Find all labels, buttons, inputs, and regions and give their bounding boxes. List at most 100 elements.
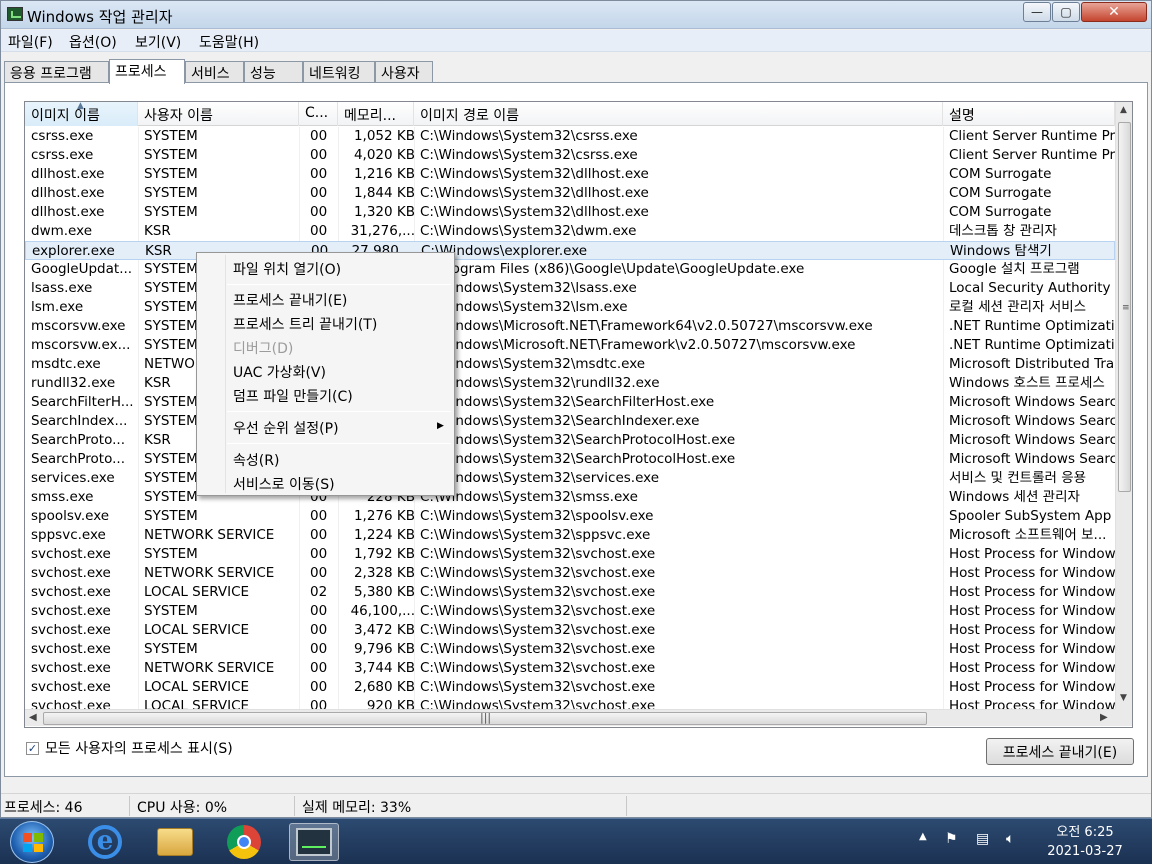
process-row[interactable]: services.exeSYSTEM003,828 KBC:\Windows\S… xyxy=(25,469,1115,488)
process-row[interactable]: GoogleUpdat...SYSTEM001,080 KBC:\Program… xyxy=(25,260,1115,279)
menu-set-priority[interactable]: 우선 순위 설정(P) xyxy=(233,418,339,438)
process-row[interactable]: SearchFilterH...SYSTEM001,008 KBC:\Windo… xyxy=(25,393,1115,412)
cell-image-name: spoolsv.exe xyxy=(31,509,110,524)
process-row[interactable]: SearchIndex...SYSTEM009,316 KBC:\Windows… xyxy=(25,412,1115,431)
column-image-name[interactable]: ▲ 이미지 이름 xyxy=(25,102,138,126)
scroll-up-icon[interactable]: ▲ xyxy=(1120,105,1127,115)
process-row[interactable]: dllhost.exe SYSTEM 00 1,844 KB C:\Windows\Sy… xyxy=(25,184,1115,203)
column-memory[interactable]: 메모리... xyxy=(338,102,414,126)
menu-open-file-location[interactable]: 파일 위치 열기(O) xyxy=(233,259,341,279)
process-row[interactable]: dllhost.exe SYSTEM 00 1,320 KB C:\Windows\Sy… xyxy=(25,203,1115,222)
cell-user-name: KSR xyxy=(144,224,171,239)
show-all-processes[interactable]: ✓ 모든 사용자의 프로세스 표시(S) xyxy=(26,738,233,758)
process-row[interactable]: svchost.exe LOCAL SERVICE 02 5,380 KB C:\Win… xyxy=(25,583,1115,602)
process-row[interactable]: smss.exe SYSTEM 00 228 KB C:\Windows\System3… xyxy=(25,488,1115,507)
scroll-right-icon[interactable]: ▶ xyxy=(1100,712,1108,723)
vertical-scroll-thumb[interactable]: ≡ xyxy=(1118,122,1131,492)
menu-view[interactable]: 보기(V) xyxy=(135,32,181,52)
menu-properties[interactable]: 속성(R) xyxy=(233,450,279,470)
process-row[interactable]: mscorsvw.exeSYSTEM001,776 KBC:\Windows\M… xyxy=(25,317,1115,336)
action-center-flag-icon[interactable]: ⚑ xyxy=(945,831,958,847)
process-list[interactable]: ▲ 이미지 이름 사용자 이름 C... 메모리... 이미지 경로 이름 설명… xyxy=(24,101,1133,728)
cell-description: Host Process for Window xyxy=(949,623,1115,638)
process-row[interactable]: csrss.exe SYSTEM 00 4,020 KB C:\Windows\Syst… xyxy=(25,146,1115,165)
process-row[interactable]: mscorsvw.ex...SYSTEM001,664 KBC:\Windows… xyxy=(25,336,1115,355)
process-row[interactable]: sppsvc.exe NETWORK SERVICE 00 1,224 KB C:\Wi… xyxy=(25,526,1115,545)
volume-icon[interactable]: 🔈︎ xyxy=(1006,831,1014,847)
process-row[interactable]: lsass.exeSYSTEM003,544 KBC:\Windows\Syst… xyxy=(25,279,1115,298)
process-row[interactable]: dllhost.exe SYSTEM 00 1,216 KB C:\Windows\Sy… xyxy=(25,165,1115,184)
menu-options[interactable]: 옵션(O) xyxy=(69,32,117,52)
cell-image-path: C:\Windows\explorer.exe xyxy=(421,244,588,259)
process-row[interactable]: svchost.exe NETWORK SERVICE 00 3,744 KB C:\W… xyxy=(25,659,1115,678)
process-row[interactable]: csrss.exe SYSTEM 00 1,052 KB C:\Windows\Syst… xyxy=(25,127,1115,146)
process-row[interactable]: svchost.exe SYSTEM 00 46,100,... C:\Windows\… xyxy=(25,602,1115,621)
column-cpu[interactable]: C... xyxy=(299,102,338,126)
menu-end-process[interactable]: 프로세스 끝내기(E) xyxy=(233,290,347,310)
cell-image-path: C:\Windows\System32\svchost.exe xyxy=(420,604,656,619)
tab-networking[interactable]: 네트워킹 xyxy=(303,61,375,83)
process-row[interactable]: rundll32.exeKSR001,408 KBC:\Windows\Syst… xyxy=(25,374,1115,393)
menu-help[interactable]: 도움말(H) xyxy=(199,32,259,52)
cell-memory: 1,320 KB xyxy=(353,205,415,220)
taskbar-file-explorer[interactable] xyxy=(150,823,200,861)
vertical-scrollbar[interactable]: ▲ ≡ ▼ xyxy=(1115,102,1132,710)
cell-image-path: C:\Windows\System32\SearchProtocolHost.e… xyxy=(420,433,736,448)
column-user-name[interactable]: 사용자 이름 xyxy=(138,102,299,126)
process-row[interactable]: svchost.exe LOCAL SERVICE 00 2,680 KB C:\Win… xyxy=(25,678,1115,697)
close-button[interactable]: ✕ xyxy=(1081,2,1147,22)
menu-file[interactable]: 파일(F) xyxy=(8,32,53,52)
cell-description: Google 설치 프로그램 xyxy=(949,262,1080,277)
system-clock[interactable]: 오전 6:25 2021-03-27 xyxy=(1030,823,1140,861)
process-row[interactable]: svchost.exe SYSTEM 00 9,796 KB C:\Windows\Sy… xyxy=(25,640,1115,659)
show-all-label[interactable]: 모든 사용자의 프로세스 표시(S) xyxy=(45,738,233,758)
process-row[interactable]: svchost.exe LOCAL SERVICE 00 3,472 KB C:\Win… xyxy=(25,621,1115,640)
tab-users[interactable]: 사용자 xyxy=(375,61,433,83)
cell-user-name: SYSTEM xyxy=(144,509,198,524)
grip-icon: ||| xyxy=(480,711,492,724)
process-row[interactable]: SearchProto...KSR002,068 KBC:\Windows\Sy… xyxy=(25,431,1115,450)
maximize-button[interactable]: ▢ xyxy=(1052,2,1080,22)
menu-go-to-service[interactable]: 서비스로 이동(S) xyxy=(233,474,335,494)
minimize-button[interactable]: — xyxy=(1023,2,1051,22)
tab-performance[interactable]: 성능 xyxy=(244,61,303,83)
show-all-checkbox[interactable]: ✓ xyxy=(26,741,39,755)
column-image-path[interactable]: 이미지 경로 이름 xyxy=(414,102,943,126)
network-icon[interactable]: ▤ xyxy=(976,831,989,847)
process-row[interactable]: dwm.exe KSR 00 31,276,... C:\Windows\System3… xyxy=(25,222,1115,241)
cell-cpu: 00 xyxy=(310,566,328,581)
end-process-button[interactable]: 프로세스 끝내기(E) xyxy=(986,738,1134,765)
column-description[interactable]: 설명 xyxy=(943,102,1115,126)
process-row[interactable]: svchost.exe NETWORK SERVICE 00 2,328 KB C:\W… xyxy=(25,564,1115,583)
process-row[interactable]: explorer.exeKSR0027,980 ...C:\Windows\ex… xyxy=(25,241,1115,260)
windows-logo-icon xyxy=(23,833,43,852)
cell-image-name: smss.exe xyxy=(31,490,94,505)
title-bar[interactable]: Windows 작업 관리자 — ▢ ✕ xyxy=(1,1,1151,29)
menu-create-dump-file[interactable]: 덤프 파일 만들기(C) xyxy=(233,386,353,406)
taskbar-chrome[interactable] xyxy=(219,823,269,861)
horizontal-scroll-thumb[interactable]: ||| xyxy=(43,711,927,725)
tab-services[interactable]: 서비스 xyxy=(185,61,244,83)
process-row[interactable]: msdtc.exeNETWORK SERVICE001,804 KBC:\Win… xyxy=(25,355,1115,374)
horizontal-scrollbar[interactable]: ◀ ||| ▶ xyxy=(25,709,1115,726)
taskbar-internet-explorer[interactable]: e xyxy=(80,823,130,861)
menu-uac-virtualization[interactable]: UAC 가상화(V) xyxy=(233,362,326,382)
tab-applications[interactable]: 응용 프로그램 xyxy=(4,61,109,83)
tray-expand-icon[interactable]: ▲ xyxy=(919,831,927,842)
taskbar-task-manager[interactable] xyxy=(289,823,339,861)
cell-memory: 5,380 KB xyxy=(353,585,415,600)
cell-description: Host Process for Window xyxy=(949,566,1115,581)
cell-cpu: 00 xyxy=(310,167,328,182)
scroll-down-icon[interactable]: ▼ xyxy=(1120,693,1127,703)
menu-debug: 디버그(D) xyxy=(233,341,294,357)
tab-processes[interactable]: 프로세스 xyxy=(109,59,185,84)
process-row[interactable]: SearchProto...SYSTEM001,996 KBC:\Windows… xyxy=(25,450,1115,469)
process-row[interactable]: lsm.exeSYSTEM001,344 KBC:\Windows\System… xyxy=(25,298,1115,317)
cell-image-name: dwm.exe xyxy=(31,224,93,239)
menu-end-process-tree[interactable]: 프로세스 트리 끝내기(T) xyxy=(233,314,377,334)
process-row[interactable]: svchost.exe SYSTEM 00 1,792 KB C:\Windows\Sy… xyxy=(25,545,1115,564)
start-button[interactable] xyxy=(10,821,54,863)
process-row[interactable]: spoolsv.exe SYSTEM 00 1,276 KB C:\Windows\Sy… xyxy=(25,507,1115,526)
cell-image-name: SearchProto... xyxy=(31,452,125,467)
scroll-left-icon[interactable]: ◀ xyxy=(29,712,37,723)
